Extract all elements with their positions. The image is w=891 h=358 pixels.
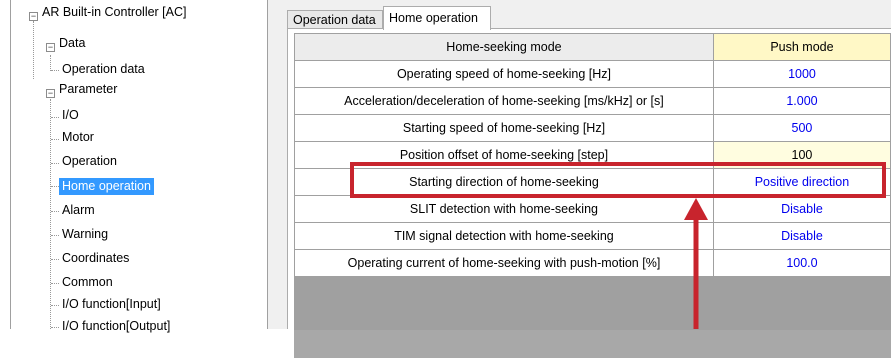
tree-node-alarm[interactable]: Alarm <box>59 202 98 219</box>
operating-current-cell[interactable]: 100.0 <box>712 249 891 277</box>
home-seeking-mode-cell[interactable]: Push mode <box>712 33 891 61</box>
grid-empty-area <box>294 330 891 358</box>
tree-connector <box>51 259 59 260</box>
tab-home-operation[interactable]: Home operation <box>383 6 491 30</box>
tree-node-motor[interactable]: Motor <box>59 129 97 146</box>
position-offset-cell[interactable]: 100 <box>712 141 891 169</box>
row-label: Operating current of home-seeking with p… <box>294 249 714 277</box>
tab-page-home-operation: Home-seeking mode Push mode Operating sp… <box>287 28 891 358</box>
grid-row-operating-speed: Operating speed of home-seeking [Hz] 100… <box>294 60 891 88</box>
slit-detection-cell[interactable]: Disable <box>712 195 891 223</box>
tree-node-parameter[interactable]: Parameter <box>56 81 120 98</box>
row-label: SLIT detection with home-seeking <box>294 195 714 223</box>
tree-connector <box>51 117 59 118</box>
row-label: Position offset of home-seeking [step] <box>294 141 714 169</box>
tree-node-io-function-input[interactable]: I/O function[Input] <box>59 296 164 313</box>
tree-connector <box>51 70 59 71</box>
tree-node-warning[interactable]: Warning <box>59 226 111 243</box>
row-label: Starting direction of home-seeking <box>294 168 714 196</box>
tree-node-home-operation[interactable]: Home operation <box>58 177 155 196</box>
tab-operation-data[interactable]: Operation data <box>287 10 383 28</box>
row-label: TIM signal detection with home-seeking <box>294 222 714 250</box>
tree-connector <box>51 139 59 140</box>
grid-row-starting-speed: Starting speed of home-seeking [Hz] 500 <box>294 114 891 142</box>
starting-direction-cell[interactable]: Positive direction <box>712 168 891 196</box>
tree-connector <box>51 327 59 328</box>
operating-speed-cell[interactable]: 1000 <box>712 60 891 88</box>
grid-row-position-offset: Position offset of home-seeking [step] 1… <box>294 141 891 169</box>
grid-row-starting-direction: Starting direction of home-seeking Posit… <box>294 168 891 196</box>
tree-node-io-function-output[interactable]: I/O function[Output] <box>59 318 173 335</box>
row-label: Operating speed of home-seeking [Hz] <box>294 60 714 88</box>
tree-node-data[interactable]: Data <box>56 35 88 52</box>
collapse-data-icon[interactable]: − <box>46 43 55 52</box>
row-label: Starting speed of home-seeking [Hz] <box>294 114 714 142</box>
grid-row-operating-current: Operating current of home-seeking with p… <box>294 249 891 277</box>
tree-connector <box>33 21 34 79</box>
tree-connector <box>50 99 51 329</box>
splitter[interactable] <box>268 0 283 329</box>
tree-connector <box>51 163 59 164</box>
tree-node-operation-data[interactable]: Operation data <box>59 61 148 78</box>
grid-row-tim-signal: TIM signal detection with home-seeking D… <box>294 222 891 250</box>
row-label: Home-seeking mode <box>294 33 714 61</box>
tree-connector <box>51 186 59 187</box>
tree-connector <box>51 283 59 284</box>
tree-connector <box>50 55 51 71</box>
tree-node-io[interactable]: I/O <box>59 107 82 124</box>
grid-row-acceleration: Acceleration/deceleration of home-seekin… <box>294 87 891 115</box>
tree-node-operation[interactable]: Operation <box>59 153 120 170</box>
tree-connector <box>51 235 59 236</box>
grid-row-slit-detection: SLIT detection with home-seeking Disable <box>294 195 891 223</box>
tree-connector <box>51 305 59 306</box>
tree-node-coordinates[interactable]: Coordinates <box>59 250 132 267</box>
tree-node-common[interactable]: Common <box>59 274 116 291</box>
parameter-tree: − AR Built-in Controller [AC] − Data Ope… <box>10 0 268 333</box>
starting-speed-cell[interactable]: 500 <box>712 114 891 142</box>
acceleration-cell[interactable]: 1.000 <box>712 87 891 115</box>
grid-row-home-seeking-mode: Home-seeking mode Push mode <box>294 33 891 61</box>
tree-root-node[interactable]: AR Built-in Controller [AC] <box>39 4 190 21</box>
row-label: Acceleration/deceleration of home-seekin… <box>294 87 714 115</box>
tree-connector <box>51 211 59 212</box>
tim-signal-cell[interactable]: Disable <box>712 222 891 250</box>
parameter-editor: Operation data Home operation Home-seeki… <box>283 0 891 358</box>
home-operation-grid: Home-seeking mode Push mode Operating sp… <box>294 33 891 277</box>
collapse-root-icon[interactable]: − <box>29 12 38 21</box>
collapse-parameter-icon[interactable]: − <box>46 89 55 98</box>
